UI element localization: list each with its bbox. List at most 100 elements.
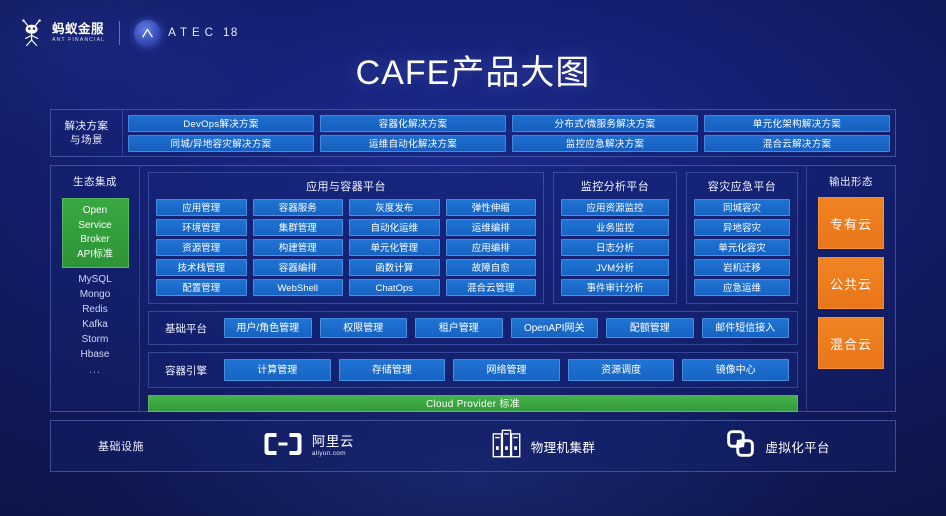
platform-cell[interactable]: JVM分析: [561, 259, 669, 276]
base-platform-cell[interactable]: 权限管理: [319, 318, 407, 338]
platform-cell[interactable]: 配置管理: [156, 279, 247, 296]
base-platform-cell[interactable]: OpenAPI网关: [510, 318, 598, 338]
platform-cell[interactable]: 事件审计分析: [561, 279, 669, 296]
platform-cell[interactable]: 环境管理: [156, 219, 247, 236]
core-architecture-panel: 生态集成 Open Service Broker API标准 MySQL Mon…: [50, 165, 896, 412]
platform-cell[interactable]: 运维编排: [445, 219, 536, 236]
base-platform-cell[interactable]: 邮件短信接入: [701, 318, 789, 338]
solution-chip[interactable]: 监控应急解决方案: [512, 134, 698, 152]
aliyun-logo-icon: [263, 431, 303, 462]
osb-line: Open: [82, 205, 108, 216]
atec-circle-icon: [134, 19, 162, 47]
infrastructure-item-label: 物理机集群: [530, 440, 596, 455]
ecosystem-item: Mongo: [79, 289, 111, 300]
ant-financial-logo: 蚂蚁金服 ANT FINANCIAL: [18, 18, 105, 48]
platform-cell[interactable]: 灰度发布: [349, 199, 440, 216]
container-engine-cell[interactable]: 镜像中心: [682, 359, 789, 381]
platform-cell[interactable]: 应用编排: [445, 239, 536, 256]
platform-cell[interactable]: ChatOps: [349, 279, 440, 296]
container-engine-cell[interactable]: 存储管理: [338, 359, 446, 381]
platform-cells: 同城容灾 异地容灾 单元化容灾 岩机迁移 应急运维: [694, 199, 790, 296]
platform-cell[interactable]: 日志分析: [561, 239, 669, 256]
solution-chip[interactable]: 单元化架构解决方案: [704, 114, 890, 132]
container-engine-cell[interactable]: 网络管理: [453, 359, 560, 381]
page-title: CAFE产品大图: [355, 54, 591, 92]
platform-cell[interactable]: 应用资源监控: [561, 199, 669, 216]
platform-cell[interactable]: 业务监控: [561, 219, 669, 236]
container-engine-cell[interactable]: 计算管理: [224, 359, 331, 381]
solution-chip[interactable]: 分布式/微服务解决方案: [512, 114, 698, 132]
platform-cell[interactable]: 单元化容灾: [694, 239, 790, 256]
platform-cell-column: 容器服务 集群管理 构建管理 容器编排 WebShell: [252, 199, 343, 296]
platform-cell[interactable]: 资源管理: [156, 239, 247, 256]
app-container-platform: 应用与容器平台 应用管理 环境管理 资源管理 技术栈管理 配置管理 容器服务 集…: [148, 172, 544, 304]
platform-cell-column: 应用资源监控 业务监控 日志分析 JVM分析 事件审计分析: [561, 199, 669, 296]
solution-chip[interactable]: 容器化解决方案: [320, 114, 506, 132]
monitoring-analysis-platform: 监控分析平台 应用资源监控 业务监控 日志分析 JVM分析 事件审计分析: [553, 172, 677, 304]
ecosystem-column: 生态集成 Open Service Broker API标准 MySQL Mon…: [51, 166, 140, 411]
base-platform-cell[interactable]: 用户/角色管理: [224, 318, 312, 338]
base-platform-items: 用户/角色管理 权限管理 租户管理 OpenAPI网关 配额管理 邮件短信接入: [224, 318, 789, 338]
platform-cell[interactable]: 应用管理: [156, 199, 247, 216]
atec-letters: ATEC: [168, 27, 218, 39]
atec-logo: ATEC 18: [134, 19, 239, 47]
platform-title: 容灾应急平台: [707, 181, 777, 193]
platform-cell[interactable]: 岩机迁移: [694, 259, 790, 276]
platform-cell[interactable]: 容器服务: [252, 199, 343, 216]
platform-cell[interactable]: 故障自愈: [445, 259, 536, 276]
osb-line: API标准: [76, 248, 114, 260]
infrastructure-item-physical-servers[interactable]: 物理机集群: [426, 428, 661, 464]
infrastructure-label: 基础设施: [98, 441, 144, 453]
solutions-row-1: DevOps解决方案 容器化解决方案 分布式/微服务解决方案 单元化架构解决方案: [128, 114, 890, 132]
solution-chip[interactable]: 混合云解决方案: [704, 134, 890, 152]
platform-cell[interactable]: 技术栈管理: [156, 259, 247, 276]
brand-name-en: ANT FINANCIAL: [52, 36, 106, 43]
solutions-grid: DevOps解决方案 容器化解决方案 分布式/微服务解决方案 单元化架构解决方案…: [123, 110, 895, 156]
platform-title: 监控分析平台: [580, 181, 650, 193]
infrastructure-item-aliyun[interactable]: 阿里云 aliyun.com: [191, 431, 426, 462]
virtualization-icon: [725, 428, 756, 464]
base-platform-cell[interactable]: 租户管理: [415, 318, 503, 338]
platform-cell[interactable]: 容器编排: [252, 259, 343, 276]
platform-cell[interactable]: 构建管理: [252, 239, 343, 256]
platform-cell-column: 同城容灾 异地容灾 单元化容灾 岩机迁移 应急运维: [694, 199, 790, 296]
atec-year: 18: [222, 27, 239, 39]
platform-cell[interactable]: 自动化运维: [349, 219, 440, 236]
base-platform-cell[interactable]: 配额管理: [606, 318, 694, 338]
ecosystem-more-indicator: ...: [88, 364, 102, 376]
platform-cells: 应用资源监控 业务监控 日志分析 JVM分析 事件审计分析: [561, 199, 669, 296]
solution-chip[interactable]: DevOps解决方案: [128, 114, 314, 132]
output-forms-column: 输出形态 专有云 公共云 混合云: [806, 166, 895, 411]
platform-cell[interactable]: 异地容灾: [694, 219, 790, 236]
solution-chip[interactable]: 运维自动化解决方案: [320, 134, 506, 152]
ecosystem-title: 生态集成: [73, 176, 117, 188]
platform-cell-column: 灰度发布 自动化运维 单元化管理 函数计算 ChatOps: [349, 199, 440, 296]
platform-cell[interactable]: 同城容灾: [694, 199, 790, 216]
platform-cell[interactable]: WebShell: [252, 279, 343, 296]
ecosystem-item: Hbase: [80, 349, 110, 360]
platform-title: 应用与容器平台: [306, 181, 386, 193]
container-engine-strip: 容器引擎 计算管理 存储管理 网络管理 资源调度 镜像中心: [148, 352, 798, 388]
platform-cells: 应用管理 环境管理 资源管理 技术栈管理 配置管理 容器服务 集群管理 构建管理…: [156, 199, 536, 296]
platform-cell[interactable]: 单元化管理: [349, 239, 440, 256]
disaster-recovery-platform: 容灾应急平台 同城容灾 异地容灾 单元化容灾 岩机迁移 应急运维: [686, 172, 798, 304]
platform-cell[interactable]: 函数计算: [349, 259, 440, 276]
ecosystem-item: MySQL: [78, 274, 112, 285]
solution-chip[interactable]: 同城/异地容灾解决方案: [128, 134, 314, 152]
ecosystem-item-list: MySQL Mongo Redis Kafka Storm Hbase ...: [78, 274, 111, 378]
output-form-box[interactable]: 混合云: [818, 317, 884, 369]
platform-cell[interactable]: 集群管理: [252, 219, 343, 236]
platform-cell[interactable]: 弹性伸缩: [445, 199, 536, 216]
output-form-box[interactable]: 公共云: [818, 257, 884, 309]
platform-cell[interactable]: 应急运维: [694, 279, 790, 296]
server-rack-icon: [491, 428, 522, 464]
infrastructure-items: 阿里云 aliyun.com 物理机集群 虚拟化平台: [191, 428, 895, 464]
infrastructure-item-virtualization[interactable]: 虚拟化平台: [660, 428, 895, 464]
platform-cell[interactable]: 混合云管理: [445, 279, 536, 296]
output-form-box[interactable]: 专有云: [818, 197, 884, 249]
solutions-label-line1: 解决方案: [64, 119, 109, 132]
solutions-label-line2: 与场景: [70, 134, 103, 146]
base-platform-strip: 基础平台 用户/角色管理 权限管理 租户管理 OpenAPI网关 配额管理 邮件…: [148, 311, 798, 345]
open-service-broker-box: Open Service Broker API标准: [61, 198, 129, 268]
container-engine-cell[interactable]: 资源调度: [567, 359, 675, 381]
